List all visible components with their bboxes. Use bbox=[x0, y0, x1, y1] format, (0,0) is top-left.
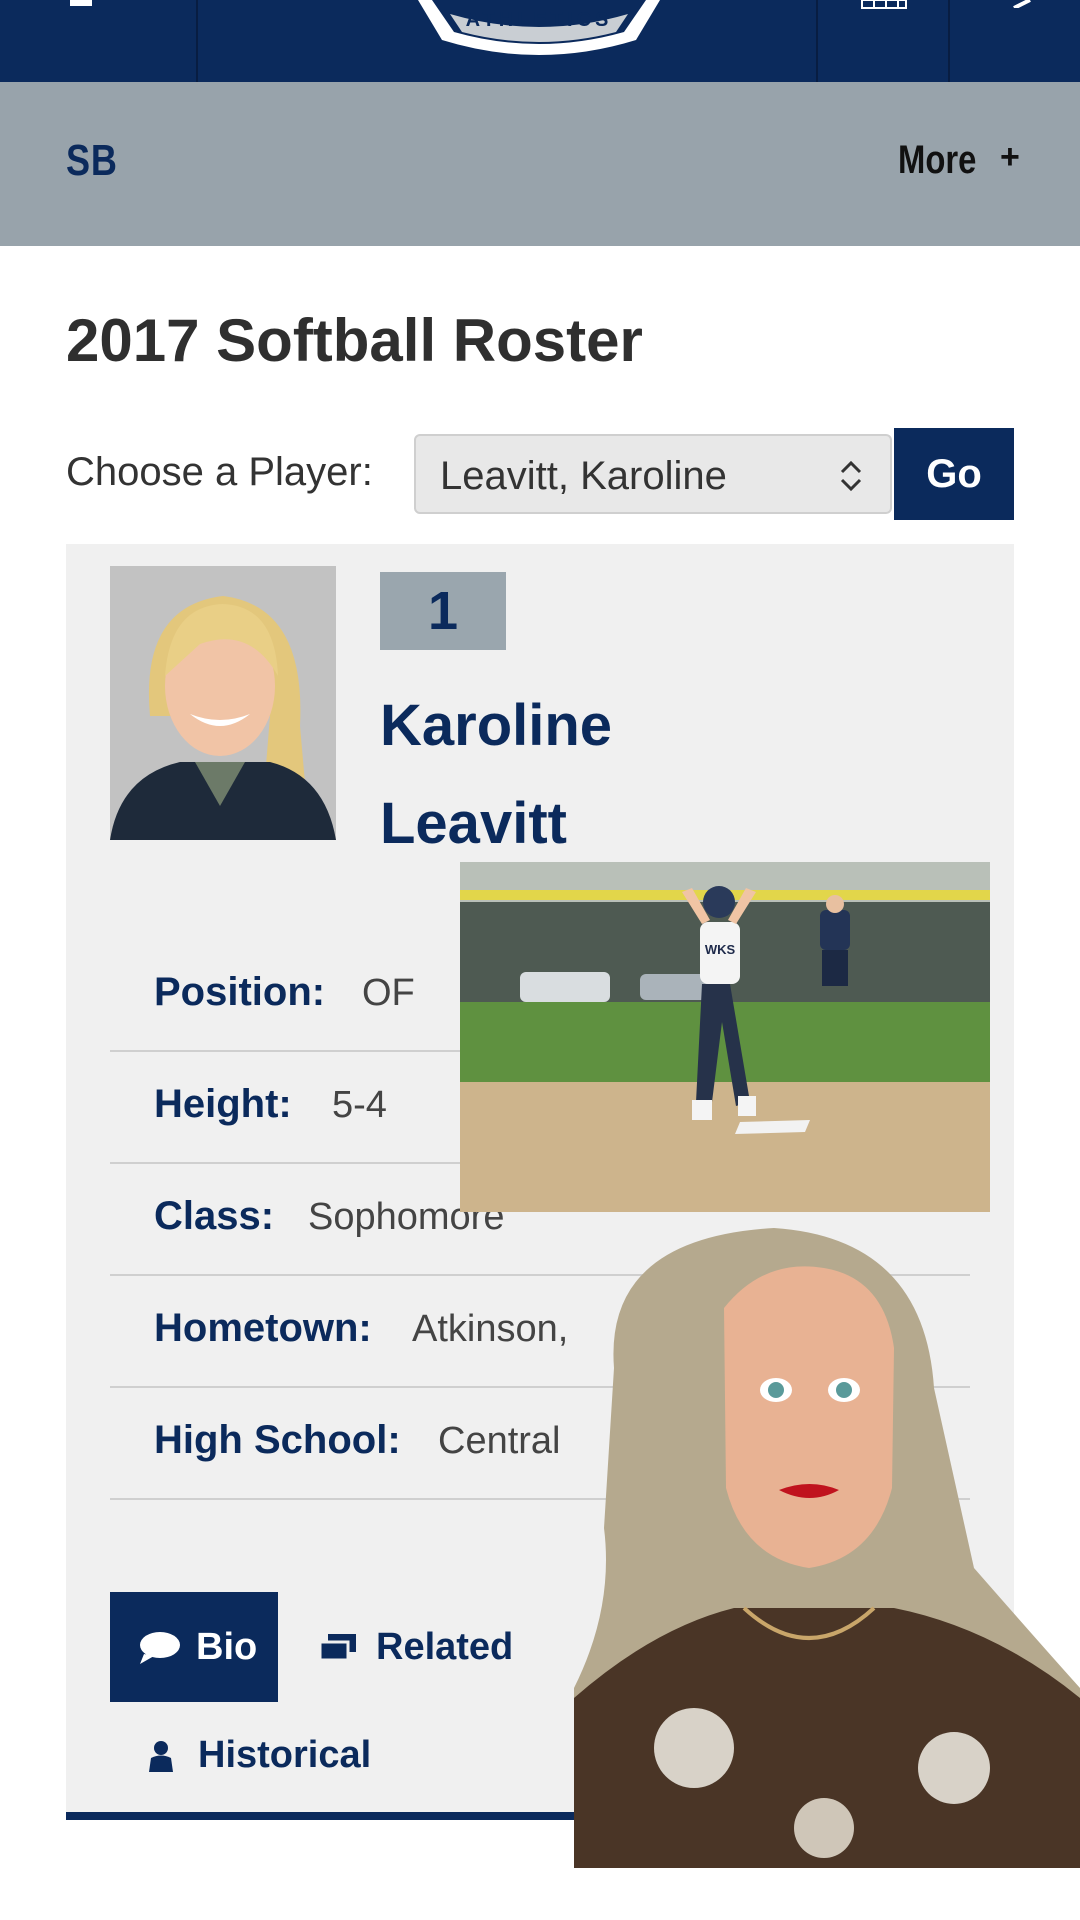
tab-bio[interactable]: Bio bbox=[110, 1592, 278, 1702]
tab-historical[interactable]: Historical bbox=[140, 1704, 400, 1804]
go-button[interactable]: Go bbox=[894, 428, 1014, 520]
tab-label: Bio bbox=[196, 1626, 258, 1668]
field-value: OF bbox=[362, 972, 415, 1014]
search-icon[interactable] bbox=[1010, 0, 1034, 8]
calendar-icon[interactable] bbox=[860, 0, 908, 10]
nav-divider bbox=[816, 0, 818, 82]
tab-related[interactable]: Related bbox=[318, 1592, 538, 1702]
action-photo-overlay: WKS bbox=[460, 862, 990, 1212]
related-icon bbox=[318, 1634, 356, 1662]
jersey-text: WKS bbox=[705, 942, 736, 957]
field-label: Hometown: bbox=[154, 1306, 372, 1350]
player-headshot bbox=[110, 566, 336, 840]
menu-icon[interactable] bbox=[70, 0, 92, 6]
player-select[interactable]: Leavitt, Karoline bbox=[414, 434, 892, 514]
presenter-overlay bbox=[574, 1228, 1080, 1868]
person-icon bbox=[149, 1741, 173, 1772]
comment-icon bbox=[140, 1632, 180, 1664]
field-value: Central bbox=[438, 1420, 561, 1462]
field-value: Atkinson, bbox=[412, 1308, 569, 1350]
field-label: Height: bbox=[154, 1082, 292, 1126]
nav-divider bbox=[948, 0, 950, 82]
more-menu-button[interactable]: More bbox=[898, 138, 976, 183]
field-label: Class: bbox=[154, 1194, 275, 1238]
athletics-logo[interactable]: ATHLETICS bbox=[402, 0, 676, 62]
jersey-number: 1 bbox=[380, 572, 506, 650]
player-select-value: Leavitt, Karoline bbox=[440, 454, 727, 498]
tab-label: Historical bbox=[198, 1734, 372, 1776]
player-last-name: Leavitt bbox=[380, 791, 567, 856]
sport-label[interactable]: SB bbox=[66, 136, 118, 186]
top-nav-bar: ATHLETICS bbox=[0, 0, 1080, 82]
nav-divider bbox=[196, 0, 198, 82]
plus-icon[interactable]: + bbox=[1000, 138, 1020, 177]
page-title: 2017 Softball Roster bbox=[66, 307, 643, 374]
logo-text: ATHLETICS bbox=[466, 9, 613, 31]
field-label: Position: bbox=[154, 970, 326, 1014]
player-first-name: Karoline bbox=[380, 693, 613, 758]
field-label: High School: bbox=[154, 1418, 401, 1462]
field-value: 5-4 bbox=[332, 1084, 387, 1126]
choose-player-label: Choose a Player: bbox=[66, 450, 373, 494]
select-chevron-icon bbox=[840, 460, 862, 492]
tab-label: Related bbox=[376, 1626, 514, 1668]
